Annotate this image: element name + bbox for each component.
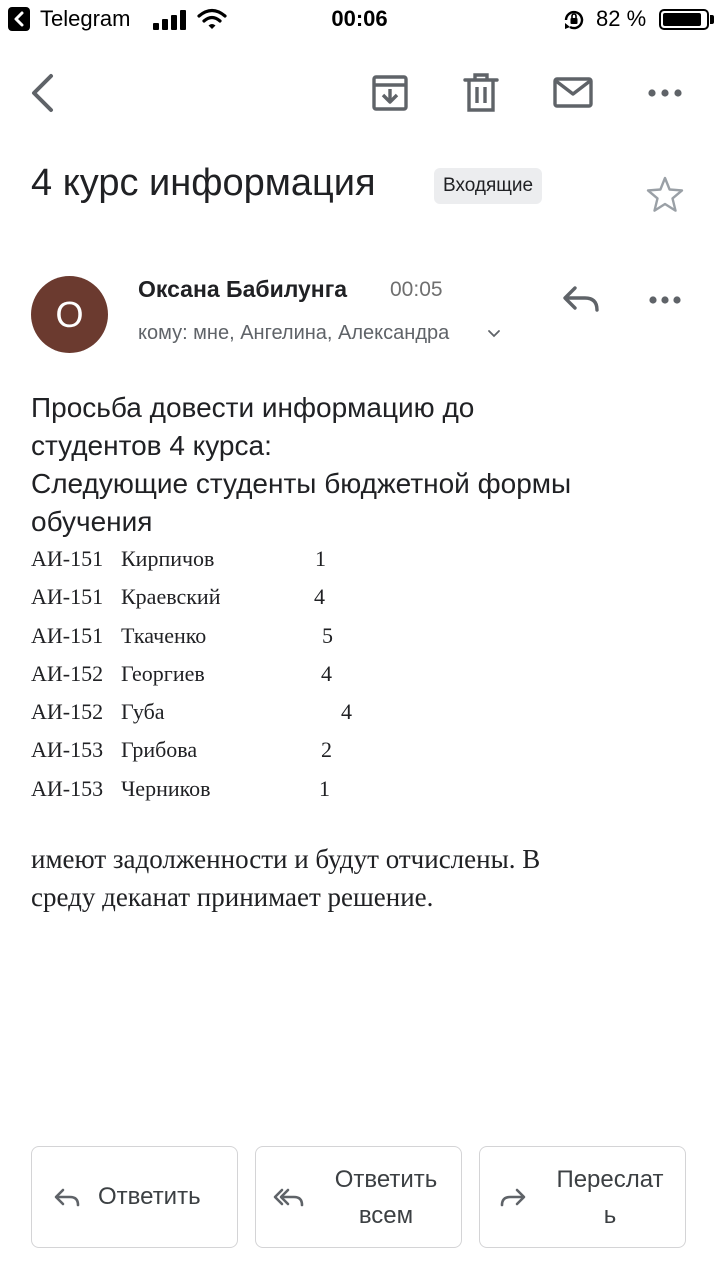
message-time: 00:05 [390, 278, 443, 301]
intro-line: Просьба довести информацию до [31, 392, 475, 423]
reply-all-label-line2: всем [358, 1202, 414, 1229]
student-count: 4 [314, 584, 325, 610]
student-count: 5 [322, 622, 333, 648]
student-group: АИ-151 [31, 584, 104, 610]
student-count: 4 [321, 660, 332, 686]
student-count: 1 [315, 546, 326, 571]
student-name: Губа [121, 699, 165, 725]
sender-avatar[interactable]: О [31, 276, 108, 353]
forward-label-line2: ь [603, 1202, 617, 1229]
student-group: АИ-152 [31, 660, 104, 686]
closing-line: имеют задолженности и будут отчислены. В [31, 844, 541, 874]
student-name: Черников [121, 775, 211, 801]
sender-name[interactable]: Оксана Бабилунга [138, 276, 347, 303]
star-icon[interactable] [644, 174, 686, 216]
battery-icon [659, 9, 709, 30]
reply-icon[interactable] [559, 278, 603, 322]
intro-line: Следующие студенты бюджетной формы [31, 468, 572, 499]
chevron-down-icon[interactable] [487, 327, 501, 341]
email-subject: 4 курс информация [31, 162, 376, 204]
battery-percentage: 82 % [596, 6, 647, 31]
closing-line: среду деканат принимает решение. [31, 882, 434, 912]
intro-line: обучения [31, 506, 153, 537]
student-group: АИ-153 [31, 737, 104, 763]
student-name: Кирпичов [121, 546, 215, 571]
student-count: 1 [319, 775, 330, 801]
student-group: АИ-151 [31, 546, 104, 571]
forward-button[interactable]: Переслат ь [479, 1146, 686, 1248]
mail-icon[interactable] [548, 68, 598, 118]
student-group: АИ-152 [31, 699, 104, 725]
reply-icon [54, 1188, 80, 1207]
message-more-icon[interactable] [643, 278, 687, 322]
reply-all-icon [273, 1188, 304, 1207]
student-name: Краевский [121, 584, 221, 610]
reply-label: Ответить [98, 1183, 201, 1210]
student-count: 4 [341, 699, 352, 725]
student-count: 2 [321, 737, 332, 763]
more-icon[interactable] [640, 68, 690, 118]
forward-icon [500, 1188, 526, 1207]
recipients-line[interactable]: кому: мне, Ангелина, Александра [138, 322, 449, 345]
back-icon[interactable] [20, 68, 70, 118]
student-name: Георгиев [121, 660, 205, 686]
student-name: Ткаченко [121, 622, 207, 648]
student-group: АИ-153 [31, 775, 104, 801]
forward-label-line1: Переслат [556, 1166, 664, 1193]
intro-line: студентов 4 курса: [31, 430, 272, 461]
message-closing: имеют задолженности и будут отчислены. В… [31, 840, 671, 916]
student-name: Грибова [121, 737, 198, 763]
reply-button[interactable]: Ответить [31, 1146, 238, 1248]
battery-nub [710, 15, 714, 24]
trash-icon[interactable] [456, 68, 506, 118]
inbox-label-badge[interactable]: Входящие [434, 168, 543, 204]
reply-all-label-line1: Ответить [334, 1166, 438, 1193]
reply-all-button[interactable]: Ответить всем [255, 1146, 462, 1248]
archive-icon[interactable] [365, 68, 415, 118]
student-group: АИ-151 [31, 622, 104, 648]
orientation-lock-icon [564, 10, 584, 30]
message-intro: Просьба довести информацию до студентов … [31, 389, 691, 541]
